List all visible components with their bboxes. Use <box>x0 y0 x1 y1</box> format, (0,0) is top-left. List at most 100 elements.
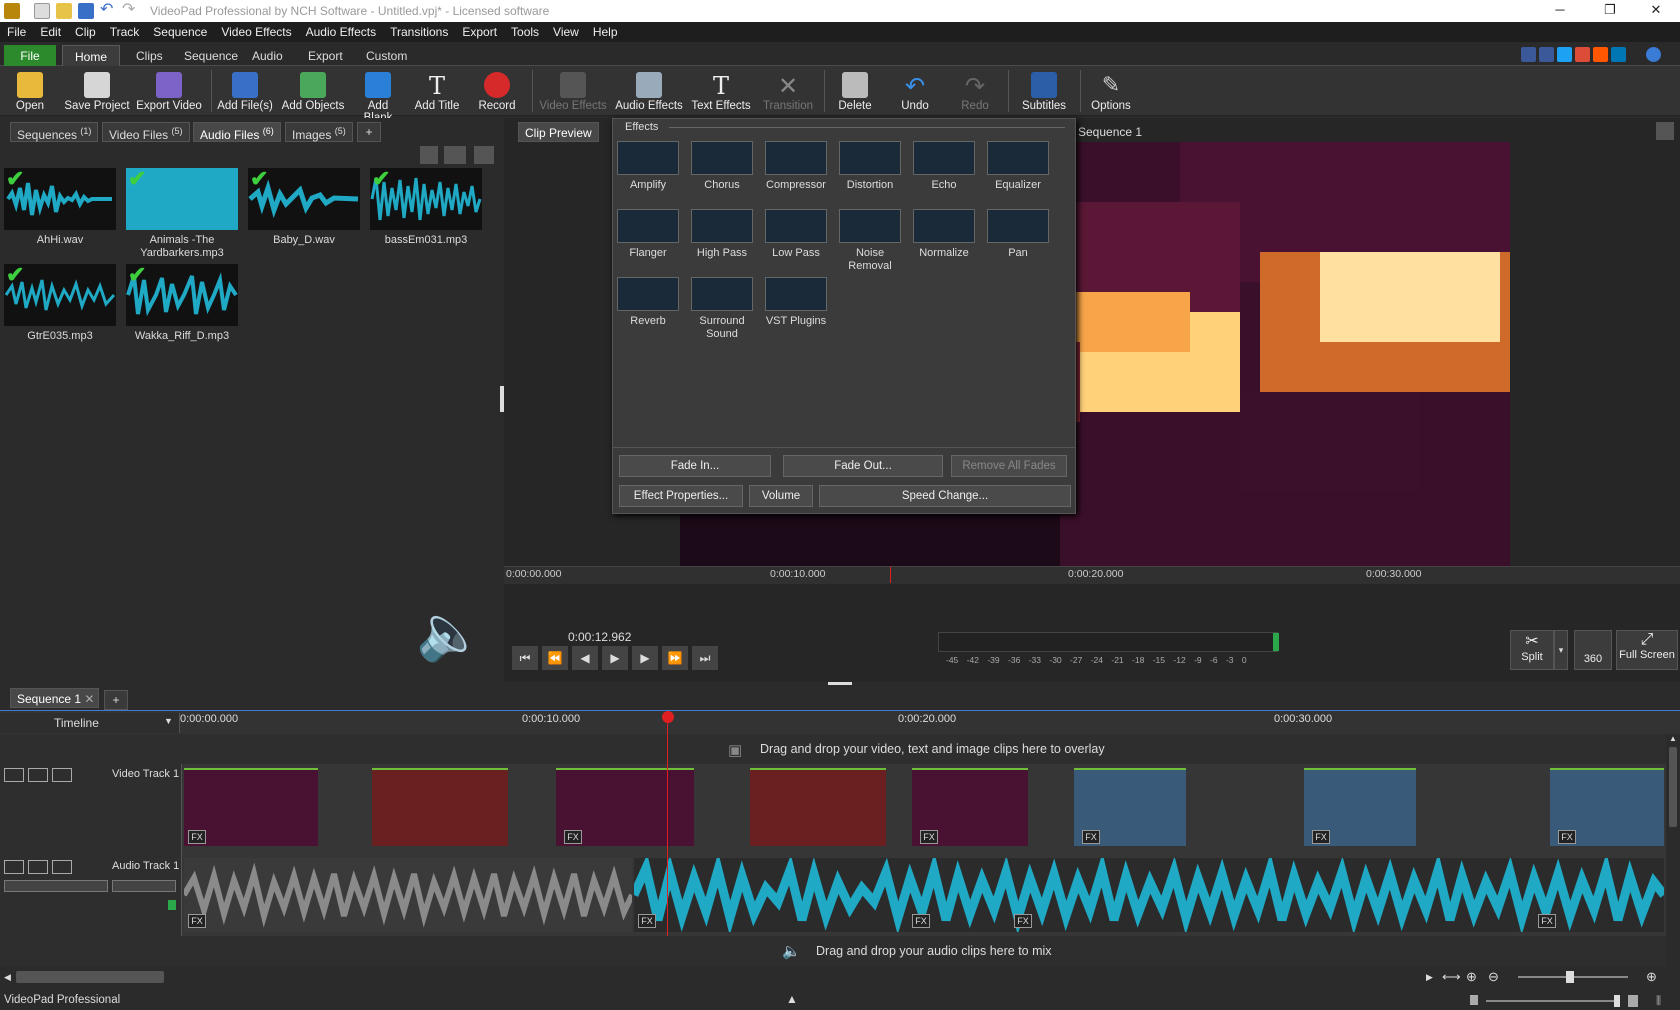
add-blank-button[interactable]: Add Blank <box>352 66 404 124</box>
restore-button[interactable]: ❐ <box>1590 2 1630 20</box>
fx-flanger[interactable]: Flanger <box>615 209 681 260</box>
fx-equalizer[interactable]: Equalizer <box>985 141 1051 192</box>
trash-icon[interactable] <box>420 146 438 164</box>
close-button[interactable]: ✕ <box>1636 2 1676 20</box>
timeline-ruler[interactable]: Timeline ▼ 0:00:00.000 0:00:10.000 0:00:… <box>0 710 1680 734</box>
fx-noise-removal[interactable]: Noise Removal <box>837 209 903 273</box>
video-clip[interactable] <box>750 768 886 846</box>
tab-file[interactable]: File <box>4 45 56 66</box>
fx-compressor[interactable]: Compressor <box>763 141 829 192</box>
tab-video-files[interactable]: Video Files (5) <box>102 122 190 142</box>
fade-in-button[interactable]: Fade In... <box>619 455 771 477</box>
menu-sequence[interactable]: Sequence <box>146 22 214 39</box>
lock-icon[interactable] <box>52 860 72 874</box>
video-clip[interactable] <box>372 768 508 846</box>
speaker-icon[interactable] <box>1628 995 1638 1007</box>
fx-low-pass[interactable]: Low Pass <box>763 209 829 260</box>
help-icon[interactable] <box>1646 47 1661 62</box>
video-clip[interactable]: FX <box>1304 768 1416 846</box>
fx-distortion[interactable]: Distortion <box>837 141 903 192</box>
facebook-like-icon[interactable] <box>1521 47 1536 62</box>
skip-start-icon[interactable]: ⏮ <box>512 646 538 670</box>
video-track[interactable]: Video Track 1 FX FX FX FX FX FX <box>0 764 1668 856</box>
split-dropdown[interactable]: ▾ <box>1554 630 1568 670</box>
playhead-line[interactable] <box>667 722 668 966</box>
fade-out-button[interactable]: Fade Out... <box>783 455 943 477</box>
mixer-icon[interactable]: ⫼ <box>1656 995 1670 1007</box>
360-button[interactable]: 360 <box>1574 630 1612 670</box>
pan-slider[interactable] <box>112 880 176 892</box>
fx-normalize[interactable]: Normalize <box>911 209 977 260</box>
google-plus-icon[interactable] <box>1575 47 1590 62</box>
fx-vst-plugins[interactable]: VST Plugins <box>763 277 829 328</box>
tab-home[interactable]: Home <box>62 45 121 66</box>
volume-slider[interactable] <box>4 880 108 892</box>
zoom-in-icon[interactable]: ⊕ <box>1646 969 1657 985</box>
video-effects-button[interactable]: Video Effects <box>538 66 608 116</box>
undo-icon[interactable]: ↶ <box>100 2 116 19</box>
tab-audio-files[interactable]: Audio Files (6) <box>193 122 281 142</box>
timeline-mode-select[interactable]: Timeline ▼ <box>0 713 180 733</box>
fx-high-pass[interactable]: High Pass <box>689 209 755 260</box>
panel-splitter[interactable] <box>828 682 852 685</box>
play-icon[interactable]: ▶ <box>602 646 628 670</box>
skip-end-icon[interactable]: ⏭ <box>692 646 718 670</box>
linkedin-icon[interactable] <box>1611 47 1626 62</box>
add-objects-button[interactable]: Add Objects <box>280 66 346 116</box>
step-back-icon[interactable]: ◀ <box>572 646 598 670</box>
zoom-slider-thumb[interactable] <box>1566 971 1574 983</box>
video-clip[interactable]: FX <box>912 768 1028 846</box>
menu-edit[interactable]: Edit <box>33 22 68 39</box>
vertical-scrollbar[interactable]: ▲ <box>1666 734 1680 966</box>
menu-audio-effects[interactable]: Audio Effects <box>299 22 384 39</box>
overlay-track[interactable]: ▣ Drag and drop your video, text and ima… <box>0 734 1668 764</box>
fx-pan[interactable]: Pan <box>985 209 1051 260</box>
save-project-button[interactable]: Save Project <box>62 66 132 116</box>
fx-chorus[interactable]: Chorus <box>689 141 755 192</box>
record-button[interactable]: Record <box>472 66 522 116</box>
undock-icon[interactable] <box>474 146 494 164</box>
fx-amplify[interactable]: Amplify <box>615 141 681 192</box>
bin-clip[interactable]: ✔ AhHi.wav <box>4 168 116 247</box>
menu-video-effects[interactable]: Video Effects <box>214 22 298 39</box>
menu-file[interactable]: File <box>0 22 33 39</box>
transition-button[interactable]: ✕ Transition <box>758 66 818 116</box>
new-icon[interactable] <box>34 3 50 19</box>
add-files-button[interactable]: Add File(s) <box>216 66 274 116</box>
menu-transitions[interactable]: Transitions <box>383 22 455 39</box>
master-volume-thumb[interactable] <box>1614 995 1620 1007</box>
bin-clip[interactable]: ✔ GtrE035.mp3 <box>4 264 116 343</box>
options-button[interactable]: ✎ Options <box>1086 66 1136 116</box>
fx-reverb[interactable]: Reverb <box>615 277 681 328</box>
speaker-icon[interactable] <box>28 860 48 874</box>
video-clip[interactable]: FX <box>1074 768 1186 846</box>
collapse-icon[interactable] <box>4 768 24 782</box>
audio-effects-button[interactable]: Audio Effects <box>614 66 684 116</box>
export-video-button[interactable]: Export Video <box>135 66 203 116</box>
tab-clips[interactable]: Clips <box>124 45 175 66</box>
open-icon[interactable] <box>56 3 72 19</box>
minimize-button[interactable]: ─ <box>1540 2 1580 20</box>
zoom-out-icon[interactable]: ⊖ <box>1488 969 1499 985</box>
zoom-fit-icon[interactable]: ⊕ <box>1466 969 1477 985</box>
save-icon[interactable] <box>78 3 94 19</box>
stumbleupon-icon[interactable] <box>1593 47 1608 62</box>
redo-icon[interactable]: ↷ <box>122 2 138 19</box>
full-screen-button[interactable]: ⤢ Full Screen <box>1616 630 1678 670</box>
list-view-icon[interactable] <box>444 146 466 164</box>
remove-all-fades-button[interactable]: Remove All Fades <box>951 455 1067 477</box>
tab-sequence[interactable]: Sequence <box>172 45 250 66</box>
prev-frame-icon[interactable]: ⏪ <box>542 646 568 670</box>
menu-export[interactable]: Export <box>455 22 504 39</box>
fit-icon[interactable]: ⟷ <box>1442 969 1461 985</box>
step-forward-icon[interactable]: ▶ <box>632 646 658 670</box>
open-button[interactable]: Open <box>10 66 50 116</box>
effect-properties-button[interactable]: Effect Properties... <box>619 485 743 507</box>
speaker-icon[interactable] <box>1470 995 1478 1005</box>
tab-clip-preview[interactable]: Clip Preview <box>518 122 599 142</box>
menu-clip[interactable]: Clip <box>68 22 103 39</box>
eye-icon[interactable] <box>28 768 48 782</box>
undo-button[interactable]: ↶ Undo <box>890 66 940 116</box>
text-effects-button[interactable]: T Text Effects <box>688 66 754 116</box>
redo-button[interactable]: ↷ Redo <box>950 66 1000 116</box>
